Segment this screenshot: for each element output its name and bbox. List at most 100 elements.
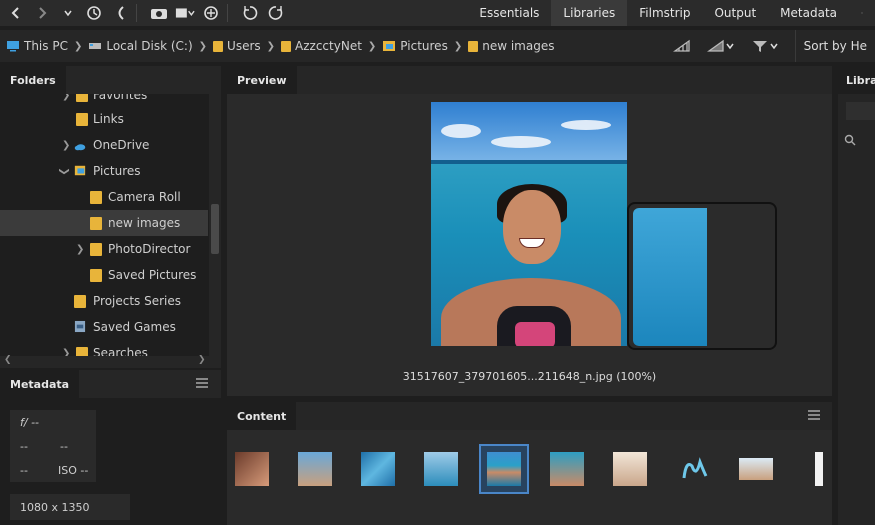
breadcrumb-pictures[interactable]: Pictures ❯	[376, 39, 462, 53]
toolbar-divider	[227, 4, 228, 22]
chevron-right-icon: ❯	[198, 40, 208, 52]
content-panel-header: Content	[227, 402, 832, 430]
thumbnail-image	[613, 452, 647, 486]
thumbnail-quality-dropdown[interactable]	[706, 39, 735, 53]
thumbnail-selected[interactable]	[479, 444, 529, 494]
tab-content[interactable]: Content	[227, 402, 297, 430]
tab-folders[interactable]: Folders	[0, 66, 66, 94]
workspace-switcher: Essentials Libraries Filmstrip Output Me…	[467, 0, 875, 26]
chevron-right-icon: ❯	[62, 94, 71, 101]
workspace-metadata[interactable]: Metadata	[768, 0, 849, 26]
tree-item-links[interactable]: Links	[0, 106, 208, 132]
folder-icon	[281, 40, 292, 52]
filter-icon	[752, 41, 767, 52]
quality-icon	[706, 39, 724, 52]
filter-dropdown[interactable]	[751, 39, 779, 53]
workspace-libraries[interactable]: Libraries	[551, 0, 628, 26]
folders-vertical-scrollbar[interactable]	[209, 94, 221, 356]
pictures-folder-icon	[383, 41, 396, 51]
quality-filter-button[interactable]	[672, 39, 691, 53]
panel-menu-icon[interactable]	[196, 378, 208, 388]
thumbnail[interactable]	[605, 444, 655, 494]
scroll-left-icon[interactable]: ❮	[4, 355, 12, 365]
tree-item-label: Saved Games	[93, 320, 176, 334]
chevron-down-icon	[770, 43, 778, 50]
tree-item-saved-games[interactable]: Saved Games	[0, 314, 208, 340]
folder-icon	[90, 242, 102, 256]
camera-icon[interactable]	[149, 3, 169, 23]
exif-placard: f/ -- -- -- -- ISO --	[10, 410, 96, 482]
scroll-right-icon[interactable]: ❯	[198, 355, 206, 365]
metadata-panel: f/ -- -- -- -- ISO -- 1080 x 1350	[0, 398, 221, 525]
thumbnail[interactable]	[227, 444, 277, 494]
breadcrumb-new-images[interactable]: new images	[462, 39, 554, 53]
workspace-essentials[interactable]: Essentials	[467, 0, 551, 26]
thumbnail-image	[298, 452, 332, 486]
folders-horizontal-scrollbar[interactable]: ❮ ❯	[0, 355, 221, 368]
chevron-right-icon: ❯	[453, 40, 463, 52]
back-icon[interactable]	[6, 3, 26, 23]
breadcrumb-label: new images	[482, 39, 555, 53]
aperture-value: f/ --	[20, 416, 40, 429]
tab-preview[interactable]: Preview	[227, 66, 297, 94]
chevron-down-icon[interactable]	[58, 3, 78, 23]
thumbnail[interactable]	[353, 444, 403, 494]
thumbnail[interactable]	[731, 444, 781, 494]
swimsuit-pattern	[515, 322, 555, 346]
thumbnail-image	[361, 452, 395, 486]
tree-item-projects-series[interactable]: Projects Series	[0, 288, 208, 314]
history-icon[interactable]	[84, 3, 104, 23]
libraries-panel	[838, 94, 875, 525]
thumbnail-image	[815, 452, 823, 486]
tree-item-label: PhotoDirector	[108, 242, 191, 256]
thumbnail[interactable]	[290, 444, 340, 494]
tree-item-photodirector[interactable]: ❯ PhotoDirector	[0, 236, 208, 262]
tab-libraries[interactable]: Libra	[838, 66, 875, 94]
library-select[interactable]	[846, 102, 875, 120]
search-icon[interactable]	[844, 134, 856, 146]
tree-item-camera-roll[interactable]: Camera Roll	[0, 184, 208, 210]
breadcrumb-users[interactable]: Users ❯	[207, 39, 275, 53]
scrollbar-thumb[interactable]	[211, 204, 219, 254]
folder-icon	[90, 268, 102, 282]
tree-item-label: new images	[108, 216, 181, 230]
thumbnail[interactable]	[794, 444, 832, 494]
breadcrumb-label: Local Disk (C:)	[106, 39, 193, 53]
folder-icon	[213, 40, 224, 52]
preview-panel: 31517607_379701605...211648_n.jpg (100%)	[227, 94, 832, 396]
forward-icon[interactable]	[32, 3, 52, 23]
tree-item-onedrive[interactable]: ❯ OneDrive	[0, 132, 208, 158]
thumbnail-image	[550, 452, 584, 486]
ev-value: --	[60, 440, 68, 453]
thumbnail[interactable]	[542, 444, 592, 494]
boomerang-icon[interactable]	[110, 3, 130, 23]
horizon	[431, 160, 627, 164]
tab-metadata[interactable]: Metadata	[0, 370, 80, 398]
refine-icon[interactable]	[201, 3, 221, 23]
sort-by-dropdown[interactable]: Sort by He	[794, 30, 875, 62]
games-folder-icon	[74, 320, 86, 333]
thumbnail[interactable]	[668, 444, 718, 494]
breadcrumb-this-pc[interactable]: This PC ❯	[0, 39, 82, 53]
workspace-more-button[interactable]	[849, 0, 875, 26]
panel-menu-icon[interactable]	[808, 410, 820, 420]
tree-item-new-images[interactable]: new images	[0, 210, 208, 236]
workspace-output[interactable]: Output	[702, 0, 768, 26]
preview-image[interactable]	[431, 102, 627, 346]
tree-item-pictures[interactable]: ❯ Pictures	[0, 158, 208, 184]
thumbnail[interactable]	[416, 444, 466, 494]
chevron-down-icon: ❯	[58, 166, 70, 176]
toolbar-divider	[136, 4, 137, 22]
stack-icon[interactable]	[175, 3, 195, 23]
tree-item-label: Saved Pictures	[108, 268, 197, 282]
folders-panel-header: Folders	[0, 66, 221, 94]
rotate-ccw-icon[interactable]	[240, 3, 260, 23]
breadcrumb-local-disk[interactable]: Local Disk (C:) ❯	[82, 39, 207, 53]
image-dimensions: 1080 x 1350	[10, 494, 130, 520]
white-balance-value: --	[20, 464, 28, 477]
chevron-right-icon: ❯	[76, 243, 85, 255]
rotate-cw-icon[interactable]	[266, 3, 286, 23]
breadcrumb-user[interactable]: AzzcctyNet ❯	[275, 39, 376, 53]
workspace-filmstrip[interactable]: Filmstrip	[627, 0, 702, 26]
tree-item-saved-pictures[interactable]: Saved Pictures	[0, 262, 208, 288]
